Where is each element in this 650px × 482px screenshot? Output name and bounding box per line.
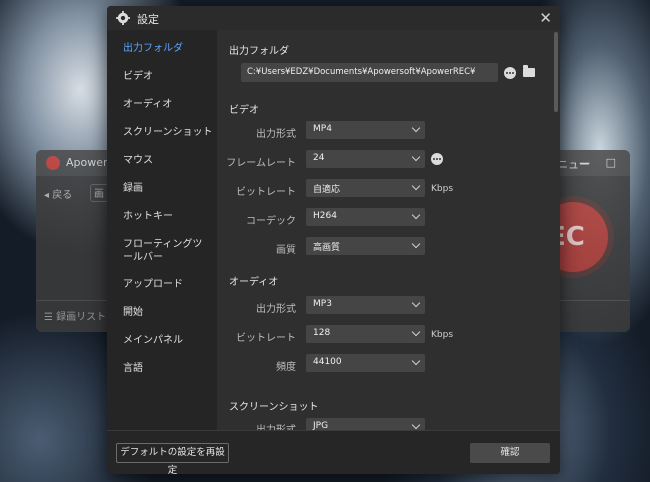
settings-content: 出力フォルダ C:¥Users¥EDZ¥Documents¥Apowersoft… [217,30,560,430]
sidebar-item-video[interactable]: ビデオ [107,70,217,83]
chevron-down-icon [411,420,421,430]
video-quality-value: 高画質 [313,243,341,253]
video-quality-label: 画質 [276,245,296,256]
sidebar-item-language[interactable]: 言語 [107,362,217,375]
video-bitrate-value: 自適応 [313,185,341,195]
screenshot-format-select[interactable]: JPG [306,418,425,430]
chevron-down-icon [411,181,421,191]
chevron-down-icon [411,239,421,249]
video-framerate-value: 24 [313,153,325,163]
chevron-down-icon [411,152,421,162]
settings-dialog: 設定 ✕ 出力フォルダ ビデオ オーディオ スクリーンショット マウス 録画 ホ… [107,6,560,474]
sidebar-item-screenshot[interactable]: スクリーンショット [107,126,217,139]
audio-frequency-label: 頻度 [276,362,296,373]
section-title-output-folder: 出力フォルダ [229,46,289,57]
audio-frequency-value: 44100 [313,357,342,367]
framerate-more-button[interactable] [431,153,443,165]
video-format-value: MP4 [313,124,332,134]
dialog-footer: デフォルトの設定を再設定 確認 [107,430,560,474]
sidebar-item-output-folder[interactable]: 出力フォルダ [107,42,217,55]
dialog-title: 設定 [137,13,159,26]
chevron-down-icon [411,123,421,133]
video-format-select[interactable]: MP4 [306,121,425,139]
background-back-button: ◂ 戻る [44,190,73,201]
audio-frequency-select[interactable]: 44100 [306,354,425,372]
sidebar-item-upload[interactable]: アップロード [107,278,217,291]
audio-bitrate-unit: Kbps [431,330,454,340]
video-codec-label: コーデック [246,216,296,227]
output-path-value: C:¥Users¥EDZ¥Documents¥Apowersoft¥Apower… [247,67,476,77]
sidebar-item-recording[interactable]: 録画 [107,182,217,195]
section-title-video: ビデオ [229,105,259,116]
sidebar-item-hotkey[interactable]: ホットキー [107,210,217,223]
sidebar-item-floating-toolbar[interactable]: フローティングツールバー [107,238,207,264]
section-title-audio: オーディオ [229,277,279,288]
video-framerate-label: フレームレート [226,158,296,169]
video-codec-value: H264 [313,211,337,221]
audio-bitrate-label: ビットレート [236,333,296,344]
path-more-button[interactable] [504,67,516,79]
sidebar-item-start[interactable]: 開始 [107,306,217,319]
close-icon[interactable]: ✕ [539,9,552,27]
chevron-down-icon [411,327,421,337]
background-window-controls: — □ [579,156,622,169]
sidebar-item-main-panel[interactable]: メインパネル [107,334,217,347]
video-codec-select[interactable]: H264 [306,208,425,226]
settings-sidebar: 出力フォルダ ビデオ オーディオ スクリーンショット マウス 録画 ホットキー … [107,30,217,430]
chevron-down-icon [411,356,421,366]
video-quality-select[interactable]: 高画質 [306,237,425,255]
audio-format-label: 出力形式 [256,304,296,315]
video-format-label: 出力形式 [256,129,296,140]
chevron-down-icon [411,298,421,308]
gear-icon [116,11,130,25]
video-bitrate-select[interactable]: 自適応 [306,179,425,197]
screenshot-format-label: 出力形式 [217,421,296,430]
audio-format-value: MP3 [313,299,332,309]
reset-defaults-button[interactable]: デフォルトの設定を再設定 [116,443,229,474]
audio-bitrate-value: 128 [313,328,331,338]
background-record-list: ☰ 録画リスト [44,312,107,323]
section-title-screenshot: スクリーンショット [229,402,319,413]
folder-icon[interactable] [523,65,535,77]
video-bitrate-unit: Kbps [431,184,454,194]
dialog-titlebar: 設定 ✕ [107,6,560,30]
audio-bitrate-select[interactable]: 128 [306,325,425,343]
video-bitrate-label: ビットレート [236,187,296,198]
confirm-button[interactable]: 確認 [470,443,550,463]
audio-format-select[interactable]: MP3 [306,296,425,314]
screenshot-format-value: JPG [313,421,329,430]
sidebar-item-mouse[interactable]: マウス [107,154,217,167]
chevron-down-icon [411,210,421,220]
app-logo-icon [46,156,60,170]
output-path-field[interactable]: C:¥Users¥EDZ¥Documents¥Apowersoft¥Apower… [241,63,498,82]
sidebar-item-audio[interactable]: オーディオ [107,98,217,111]
content-scrollbar[interactable] [554,32,558,112]
video-framerate-select[interactable]: 24 [306,150,425,168]
